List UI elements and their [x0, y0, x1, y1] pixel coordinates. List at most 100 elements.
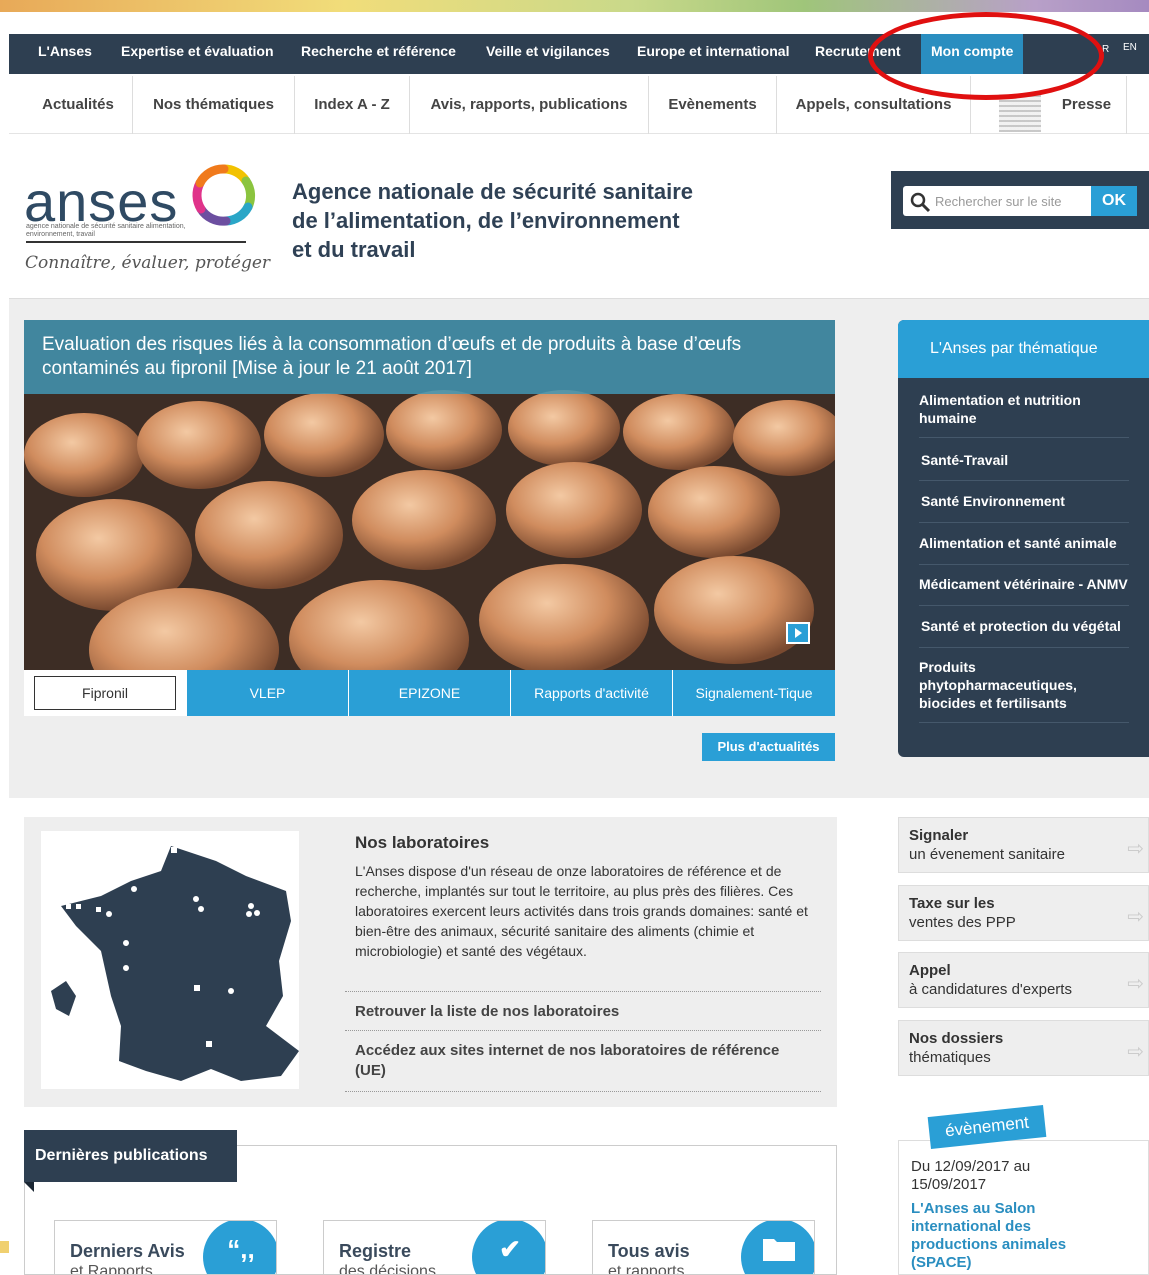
- pub-card-sub: et rapports: [608, 1263, 685, 1275]
- side-link-title: Signaler: [909, 827, 969, 844]
- search-icon: [910, 192, 931, 213]
- tab-fipronil-label: Fipronil: [34, 676, 176, 710]
- france-map-image: [51, 846, 299, 1081]
- labs-description: L'Anses dispose d'un réseau de onze labo…: [355, 863, 808, 959]
- tab-signalement[interactable]: Signalement-Tique: [673, 670, 835, 716]
- theme-item-sante-environnement[interactable]: Santé Environnement: [921, 492, 1149, 510]
- secnav-thematiques[interactable]: Nos thématiques: [133, 76, 295, 134]
- agency-name: Agence nationale de sécurité sanitaire d…: [292, 177, 752, 264]
- theme-divider: [919, 437, 1129, 438]
- folder-icon: [741, 1221, 814, 1274]
- labs-list-link[interactable]: Retrouver la liste de nos laboratoires: [345, 991, 821, 1032]
- publications-title: Dernières publications: [24, 1130, 237, 1182]
- logo-divider: [26, 241, 246, 243]
- side-link-sub: un évenement sanitaire: [909, 846, 1065, 863]
- pub-card-sub: et Rapports: [70, 1263, 153, 1275]
- arrow-right-icon: ⇨: [1127, 906, 1144, 928]
- side-link-sub: à candidatures d'experts: [909, 981, 1072, 998]
- secnav-actualites[interactable]: Actualités: [24, 76, 133, 134]
- side-link-title: Nos dossiers: [909, 1030, 1004, 1047]
- pub-card-tous-avis[interactable]: Tous avis et rapports: [592, 1220, 815, 1275]
- left-edge-mark: [0, 1241, 9, 1253]
- tab-fipronil[interactable]: Fipronil: [24, 670, 187, 716]
- theme-panel-title: L'Anses par thématique: [898, 320, 1149, 378]
- pub-card-title: Tous avis: [608, 1241, 690, 1261]
- theme-item-vegetal[interactable]: Santé et protection du végétal: [921, 617, 1149, 635]
- logo-subtitle: agence nationale de sécurité sanitaire a…: [26, 223, 186, 238]
- theme-item-alimentation-animale[interactable]: Alimentation et santé animale: [919, 534, 1149, 552]
- presse-thumbnail: [999, 94, 1041, 132]
- side-link-signaler[interactable]: Signaler un évenement sanitaire ⇨: [898, 817, 1149, 873]
- theme-divider: [919, 722, 1129, 723]
- tab-epizone[interactable]: EPIZONE: [349, 670, 511, 716]
- top-nav: L'Anses Expertise et évaluation Recherch…: [9, 34, 1149, 74]
- secondary-nav: Actualités Nos thématiques Index A - Z A…: [9, 76, 1149, 134]
- search-placeholder: Rechercher sur le site: [935, 194, 1062, 209]
- france-map[interactable]: [41, 831, 299, 1089]
- topnav-recrutement[interactable]: Recrutement: [815, 34, 901, 74]
- topnav-mon-compte[interactable]: Mon compte: [921, 34, 1024, 74]
- tab-vlep[interactable]: VLEP: [187, 670, 349, 716]
- pub-card-title: Registre: [339, 1241, 412, 1261]
- side-link-dossiers[interactable]: Nos dossiers thématiques ⇨: [898, 1020, 1149, 1076]
- pub-card-sub: des décisions: [339, 1263, 436, 1275]
- agency-line-2: de l’alimentation, de l’environnement: [292, 208, 680, 233]
- theme-divider: [919, 480, 1129, 481]
- lang-fr[interactable]: R: [1102, 44, 1109, 55]
- theme-divider: [919, 605, 1129, 606]
- logo[interactable]: anses: [24, 174, 178, 230]
- labs-section: Nos laboratoires L'Anses dispose d'un ré…: [24, 817, 837, 1107]
- more-news-button[interactable]: Plus d'actualités: [702, 733, 835, 761]
- theme-item-alimentation-nutrition[interactable]: Alimentation et nutrition humaine: [919, 391, 1119, 427]
- topnav-europe[interactable]: Europe et international: [637, 34, 789, 74]
- quote-icon: “,,: [203, 1221, 276, 1274]
- logo-tagline: Connaître, évaluer, protéger: [25, 253, 271, 273]
- side-link-sub: ventes des PPP: [909, 914, 1016, 931]
- topnav-lanses[interactable]: L'Anses: [38, 34, 92, 74]
- topnav-expertise[interactable]: Expertise et évaluation: [121, 34, 274, 74]
- topnav-veille[interactable]: Veille et vigilances: [486, 34, 610, 74]
- event-date: Du 12/09/2017 au 15/09/2017: [911, 1158, 1031, 1193]
- theme-item-phyto[interactable]: Produits phytopharmaceutiques, biocides …: [919, 658, 1119, 712]
- side-link-appel[interactable]: Appel à candidatures d'experts ⇨: [898, 952, 1149, 1008]
- pub-card-avis[interactable]: Derniers Avis et Rapports “,,: [54, 1220, 277, 1275]
- agency-line-1: Agence nationale de sécurité sanitaire: [292, 179, 694, 204]
- secnav-avis[interactable]: Avis, rapports, publications: [410, 76, 649, 134]
- top-color-stripe: [0, 0, 1149, 12]
- secnav-index[interactable]: Index A - Z: [295, 76, 410, 134]
- arrow-right-icon: ⇨: [1127, 973, 1144, 995]
- theme-panel: L'Anses par thématique Alimentation et n…: [898, 320, 1149, 757]
- lang-en[interactable]: EN: [1123, 42, 1137, 53]
- agency-line-3: et du travail: [292, 237, 416, 262]
- search-bar: Rechercher sur le site OK: [891, 171, 1149, 229]
- checkmark-icon: ✔: [472, 1221, 545, 1274]
- theme-divider: [919, 647, 1129, 648]
- secnav-presse[interactable]: Presse: [1047, 76, 1127, 134]
- pub-card-registre[interactable]: Registre des décisions ✔: [323, 1220, 546, 1275]
- tab-rapports[interactable]: Rapports d'activité: [511, 670, 673, 716]
- secnav-appels[interactable]: Appels, consultations: [777, 76, 971, 134]
- hero-tabs: Fipronil VLEP EPIZONE Rapports d'activit…: [24, 670, 835, 716]
- logo-flower-icon: [192, 164, 256, 226]
- theme-divider: [919, 522, 1129, 523]
- arrow-right-icon: ⇨: [1127, 838, 1144, 860]
- topnav-recherche[interactable]: Recherche et référence: [301, 34, 456, 74]
- side-link-sub: thématiques: [909, 1049, 991, 1066]
- labs-title: Nos laboratoires: [355, 833, 490, 852]
- secnav-evenements[interactable]: Evènements: [649, 76, 777, 134]
- hero-title[interactable]: Evaluation des risques liés à la consomm…: [24, 320, 835, 394]
- labs-sites-link[interactable]: Accédez aux sites internet de nos labora…: [345, 1030, 821, 1092]
- theme-divider: [919, 564, 1129, 565]
- search-ok-button[interactable]: OK: [1091, 186, 1137, 216]
- theme-item-anmv[interactable]: Médicament vétérinaire - ANMV: [919, 575, 1149, 593]
- side-link-title: Taxe sur les: [909, 895, 995, 912]
- side-link-taxe[interactable]: Taxe sur les ventes des PPP ⇨: [898, 885, 1149, 941]
- event-link[interactable]: L'Anses au Salon international des produ…: [911, 1200, 1111, 1272]
- side-link-title: Appel: [909, 962, 951, 979]
- publications-fold: [24, 1182, 34, 1192]
- arrow-right-icon: ⇨: [1127, 1041, 1144, 1063]
- play-next-icon[interactable]: [786, 622, 810, 644]
- hero-slider[interactable]: Evaluation des risques liés à la consomm…: [24, 320, 835, 670]
- pub-card-title: Derniers Avis: [70, 1241, 185, 1261]
- theme-item-sante-travail[interactable]: Santé-Travail: [921, 451, 1149, 469]
